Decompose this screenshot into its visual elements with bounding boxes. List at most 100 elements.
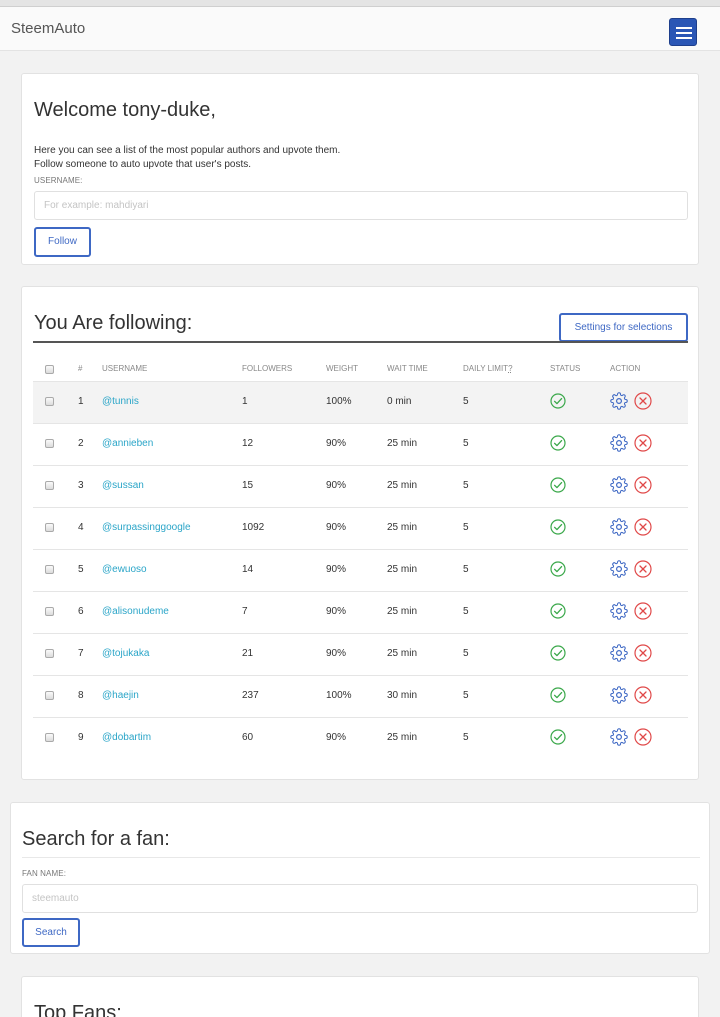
remove-x-icon[interactable] <box>634 602 652 620</box>
row-weight: 90% <box>326 564 347 575</box>
settings-gear-icon[interactable] <box>610 602 628 620</box>
row-weight: 90% <box>326 732 347 743</box>
row-number: 9 <box>78 732 84 743</box>
header-daily-limit-label: DAILY LIMIT <box>463 364 509 373</box>
status-check-icon <box>550 519 566 535</box>
table-header: # USERNAME FOLLOWERS WEIGHT WAIT TIME DA… <box>33 361 688 381</box>
settings-gear-icon[interactable] <box>610 686 628 704</box>
search-button[interactable]: Search <box>22 918 80 947</box>
row-username-link[interactable]: @tunnis <box>102 396 139 407</box>
title-divider <box>33 341 688 343</box>
row-followers: 14 <box>242 564 254 575</box>
top-strip <box>0 0 720 7</box>
table-row: 5 @ewuoso 14 90% 25 min 5 <box>33 549 688 591</box>
table-row: 2 @annieben 12 90% 25 min 5 <box>33 423 688 465</box>
row-number: 7 <box>78 648 84 659</box>
row-number: 5 <box>78 564 84 575</box>
row-daily-limit: 5 <box>463 480 469 491</box>
header-followers: FOLLOWERS <box>242 364 293 373</box>
row-username-link[interactable]: @ewuoso <box>102 564 147 575</box>
row-followers: 1 <box>242 396 248 407</box>
row-daily-limit: 5 <box>463 438 469 449</box>
row-weight: 90% <box>326 480 347 491</box>
row-username-link[interactable]: @annieben <box>102 438 153 449</box>
follow-button[interactable]: Follow <box>34 227 91 257</box>
row-wait-time: 25 min <box>387 564 418 575</box>
select-all-checkbox[interactable] <box>45 365 54 374</box>
row-followers: 15 <box>242 480 254 491</box>
status-check-icon <box>550 477 566 493</box>
settings-gear-icon[interactable] <box>610 434 628 452</box>
brand-logo[interactable]: SteemAuto <box>11 20 85 37</box>
row-followers: 60 <box>242 732 254 743</box>
row-checkbox[interactable] <box>45 607 54 616</box>
remove-x-icon[interactable] <box>634 476 652 494</box>
row-weight: 90% <box>326 438 347 449</box>
row-weight: 100% <box>326 690 352 701</box>
table-row: 4 @surpassinggoogle 1092 90% 25 min 5 <box>33 507 688 549</box>
header-number: # <box>78 364 83 373</box>
row-wait-time: 30 min <box>387 690 418 701</box>
row-weight: 90% <box>326 522 347 533</box>
following-title: You Are following: <box>34 312 193 334</box>
welcome-description-line1: Here you can see a list of the most popu… <box>34 145 341 156</box>
status-check-icon <box>550 561 566 577</box>
daily-limit-help[interactable]: ? <box>508 364 512 373</box>
row-weight: 90% <box>326 606 347 617</box>
row-checkbox[interactable] <box>45 649 54 658</box>
remove-x-icon[interactable] <box>634 518 652 536</box>
row-daily-limit: 5 <box>463 564 469 575</box>
row-checkbox[interactable] <box>45 733 54 742</box>
remove-x-icon[interactable] <box>634 686 652 704</box>
row-followers: 237 <box>242 690 259 701</box>
status-check-icon <box>550 435 566 451</box>
remove-x-icon[interactable] <box>634 434 652 452</box>
row-daily-limit: 5 <box>463 606 469 617</box>
settings-gear-icon[interactable] <box>610 518 628 536</box>
row-username-link[interactable]: @sussan <box>102 480 144 491</box>
search-divider <box>22 857 700 858</box>
row-checkbox[interactable] <box>45 439 54 448</box>
status-check-icon <box>550 687 566 703</box>
menu-bar <box>676 32 692 34</box>
username-label: USERNAME: <box>34 176 83 185</box>
row-wait-time: 25 min <box>387 480 418 491</box>
row-checkbox[interactable] <box>45 481 54 490</box>
fan-name-label: FAN NAME: <box>22 869 67 878</box>
table-row: 1 @tunnis 1 100% 0 min 5 <box>33 381 688 423</box>
following-card: You Are following: Settings for selectio… <box>21 286 699 780</box>
menu-bar <box>676 37 692 39</box>
row-username-link[interactable]: @dobartim <box>102 732 151 743</box>
row-daily-limit: 5 <box>463 648 469 659</box>
settings-gear-icon[interactable] <box>610 476 628 494</box>
settings-gear-icon[interactable] <box>610 728 628 746</box>
settings-gear-icon[interactable] <box>610 560 628 578</box>
row-username-link[interactable]: @tojukaka <box>102 648 149 659</box>
header-wait-time: WAIT TIME <box>387 364 428 373</box>
username-input[interactable] <box>34 191 688 220</box>
table-row: 8 @haejin 237 100% 30 min 5 <box>33 675 688 717</box>
header-username: USERNAME <box>102 364 148 373</box>
settings-for-selections-button[interactable]: Settings for selections <box>559 313 688 342</box>
row-checkbox[interactable] <box>45 523 54 532</box>
settings-gear-icon[interactable] <box>610 392 628 410</box>
remove-x-icon[interactable] <box>634 728 652 746</box>
welcome-description-line2: Follow someone to auto upvote that user'… <box>34 159 252 170</box>
settings-gear-icon[interactable] <box>610 644 628 662</box>
welcome-title: Welcome tony-duke, <box>34 99 216 121</box>
row-number: 8 <box>78 690 84 701</box>
row-username-link[interactable]: @alisonudeme <box>102 606 169 617</box>
row-number: 1 <box>78 396 84 407</box>
row-wait-time: 0 min <box>387 396 412 407</box>
row-username-link[interactable]: @surpassinggoogle <box>102 522 191 533</box>
remove-x-icon[interactable] <box>634 644 652 662</box>
remove-x-icon[interactable] <box>634 392 652 410</box>
row-daily-limit: 5 <box>463 732 469 743</box>
fan-name-input[interactable] <box>22 884 698 913</box>
hamburger-menu-icon[interactable] <box>669 18 697 46</box>
row-checkbox[interactable] <box>45 691 54 700</box>
row-checkbox[interactable] <box>45 565 54 574</box>
row-checkbox[interactable] <box>45 397 54 406</box>
remove-x-icon[interactable] <box>634 560 652 578</box>
row-username-link[interactable]: @haejin <box>102 690 139 701</box>
